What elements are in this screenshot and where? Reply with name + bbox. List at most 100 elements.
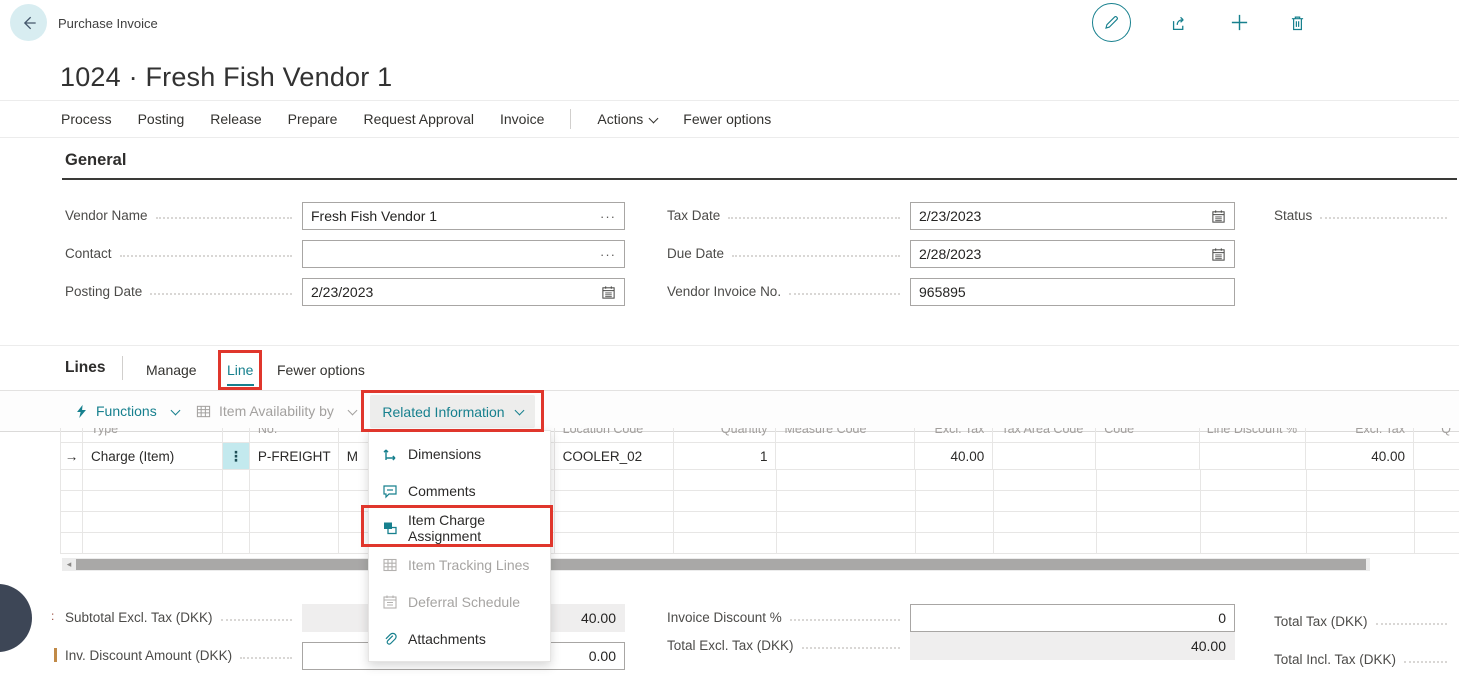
cell-tax-area-code[interactable] <box>993 443 1096 469</box>
action-request-approval[interactable]: Request Approval <box>363 111 474 127</box>
cell-line-discount[interactable] <box>1200 443 1306 469</box>
action-prepare[interactable]: Prepare <box>288 111 338 127</box>
menu-item-comments[interactable]: Comments <box>369 472 550 509</box>
dotted-leader <box>732 255 900 257</box>
dotted-leader <box>156 217 292 219</box>
item-charge-assignment-icon <box>381 519 398 536</box>
action-fewer-options[interactable]: Fewer options <box>683 111 771 127</box>
action-actions-menu[interactable]: Actions <box>597 111 657 127</box>
subtotal-label: Subtotal Excl. Tax (DKK) <box>65 610 302 626</box>
action-release[interactable]: Release <box>210 111 261 127</box>
total-excl-tax-row: Total Excl. Tax (DKK) 40.00 <box>667 632 1235 660</box>
status-label: Status <box>1274 208 1457 224</box>
general-section-heading[interactable]: General <box>65 151 126 170</box>
dotted-leader <box>790 619 900 621</box>
tab-fewer-options[interactable]: Fewer options <box>277 362 365 378</box>
contact-row: Contact ··· <box>65 240 625 268</box>
header-no[interactable]: No. <box>250 428 339 442</box>
total-excl-tax-field: 40.00 <box>910 632 1235 660</box>
table-horizontal-scrollbar[interactable]: ◂ <box>62 558 1370 571</box>
header-location-code[interactable]: Location Code <box>555 428 674 442</box>
contact-label: Contact <box>65 246 302 262</box>
menu-item-item-charge-assignment[interactable]: Item Charge Assignment <box>369 509 550 546</box>
share-button[interactable] <box>1169 12 1191 34</box>
header-tax-area-code[interactable]: Tax Area Code <box>993 428 1096 442</box>
vendor-invoice-no-field[interactable]: 965895 <box>910 278 1235 306</box>
action-invoice[interactable]: Invoice <box>500 111 544 127</box>
posting-date-field[interactable]: 2/23/2023 <box>302 278 625 306</box>
dimensions-icon <box>381 445 398 462</box>
current-row-arrow-icon: → <box>61 443 83 469</box>
add-button[interactable] <box>1229 12 1250 33</box>
scrollbar-thumb[interactable] <box>76 559 1366 570</box>
edit-icon <box>1103 14 1120 31</box>
overlay-corner-circle <box>0 584 32 652</box>
overlay-artifact-dots: : <box>51 609 54 623</box>
total-tax-label: Total Tax (DKK) <box>1274 614 1457 630</box>
header-line-amount-excl-tax[interactable]: Excl. Tax <box>1306 428 1414 442</box>
contact-field[interactable]: ··· <box>302 240 625 268</box>
calendar-icon[interactable] <box>1211 247 1226 262</box>
assist-ellipsis-icon[interactable]: ··· <box>600 248 616 261</box>
menu-item-attachments[interactable]: Attachments <box>369 620 550 657</box>
chevron-down-icon <box>514 406 524 416</box>
dotted-leader <box>1320 217 1447 219</box>
table-empty-row[interactable] <box>61 533 1459 554</box>
item-availability-by-button[interactable]: Item Availability by <box>196 391 356 431</box>
cell-unit-cost-excl-tax[interactable]: 40.00 <box>915 443 993 469</box>
vendor-name-field[interactable]: Fresh Fish Vendor 1 ··· <box>302 202 625 230</box>
dotted-leader <box>728 217 900 219</box>
cell-code[interactable] <box>1096 443 1200 469</box>
header-type[interactable]: Type <box>83 428 223 442</box>
action-process[interactable]: Process <box>61 111 112 127</box>
header-code[interactable]: Code <box>1096 428 1200 442</box>
cell-no[interactable]: P-FREIGHT <box>250 443 339 469</box>
cell-location-code[interactable]: COOLER_02 <box>555 443 674 469</box>
scroll-left-arrow-icon[interactable]: ◂ <box>62 558 76 571</box>
action-posting[interactable]: Posting <box>138 111 185 127</box>
delete-button[interactable] <box>1288 13 1307 33</box>
header-line-discount[interactable]: Line Discount % <box>1200 428 1306 442</box>
functions-menu-button[interactable]: Functions <box>75 391 179 431</box>
tax-date-field[interactable]: 2/23/2023 <box>910 202 1235 230</box>
menu-item-dimensions[interactable]: Dimensions <box>369 435 550 472</box>
assist-ellipsis-icon[interactable]: ··· <box>600 210 616 223</box>
cell-type[interactable]: Charge (Item) <box>83 443 223 469</box>
dotted-leader <box>240 657 292 659</box>
tab-line[interactable]: Line <box>227 362 253 378</box>
chevron-down-icon <box>649 114 659 124</box>
related-information-menu: Dimensions Comments Item Charge Assignme… <box>368 430 551 662</box>
due-date-field[interactable]: 2/28/2023 <box>910 240 1235 268</box>
table-empty-row[interactable] <box>61 491 1459 512</box>
back-button[interactable] <box>10 4 47 41</box>
item-tracking-lines-icon <box>381 556 398 573</box>
edit-button[interactable] <box>1092 3 1131 42</box>
cell-qty-to-assign[interactable] <box>1414 443 1459 469</box>
dotted-leader <box>789 293 900 295</box>
lines-section-heading[interactable]: Lines <box>65 359 105 377</box>
invoice-discount-pct-field[interactable]: 0 <box>910 604 1235 632</box>
header-measure-code[interactable]: Measure Code <box>776 428 915 442</box>
lightning-icon <box>75 404 88 419</box>
due-date-label: Due Date <box>667 246 910 262</box>
calendar-icon[interactable] <box>1211 209 1226 224</box>
header-qty-to-assign[interactable]: Q <box>1414 428 1459 442</box>
total-tax-row: Total Tax (DKK) <box>1274 608 1457 636</box>
table-empty-row[interactable] <box>61 512 1459 533</box>
row-options-menu-icon[interactable]: ⋮ <box>223 443 250 469</box>
chevron-down-icon <box>347 405 357 415</box>
tab-manage[interactable]: Manage <box>146 362 197 378</box>
header-row-menu <box>223 428 250 442</box>
header-unit-cost-excl-tax[interactable]: Excl. Tax <box>915 428 993 442</box>
posting-date-row: Posting Date 2/23/2023 <box>65 278 625 306</box>
header-quantity[interactable]: Quantity <box>674 428 777 442</box>
related-information-button[interactable]: Related Information <box>370 395 535 428</box>
table-empty-row[interactable] <box>61 470 1459 491</box>
chevron-down-icon <box>170 405 180 415</box>
calendar-icon[interactable] <box>601 285 616 300</box>
cell-measure-code[interactable] <box>776 443 915 469</box>
cell-line-amount-excl-tax[interactable]: 40.00 <box>1306 443 1414 469</box>
page-action-icons <box>1092 3 1307 42</box>
cell-quantity[interactable]: 1 <box>674 443 777 469</box>
lines-section-divider <box>0 345 1459 346</box>
